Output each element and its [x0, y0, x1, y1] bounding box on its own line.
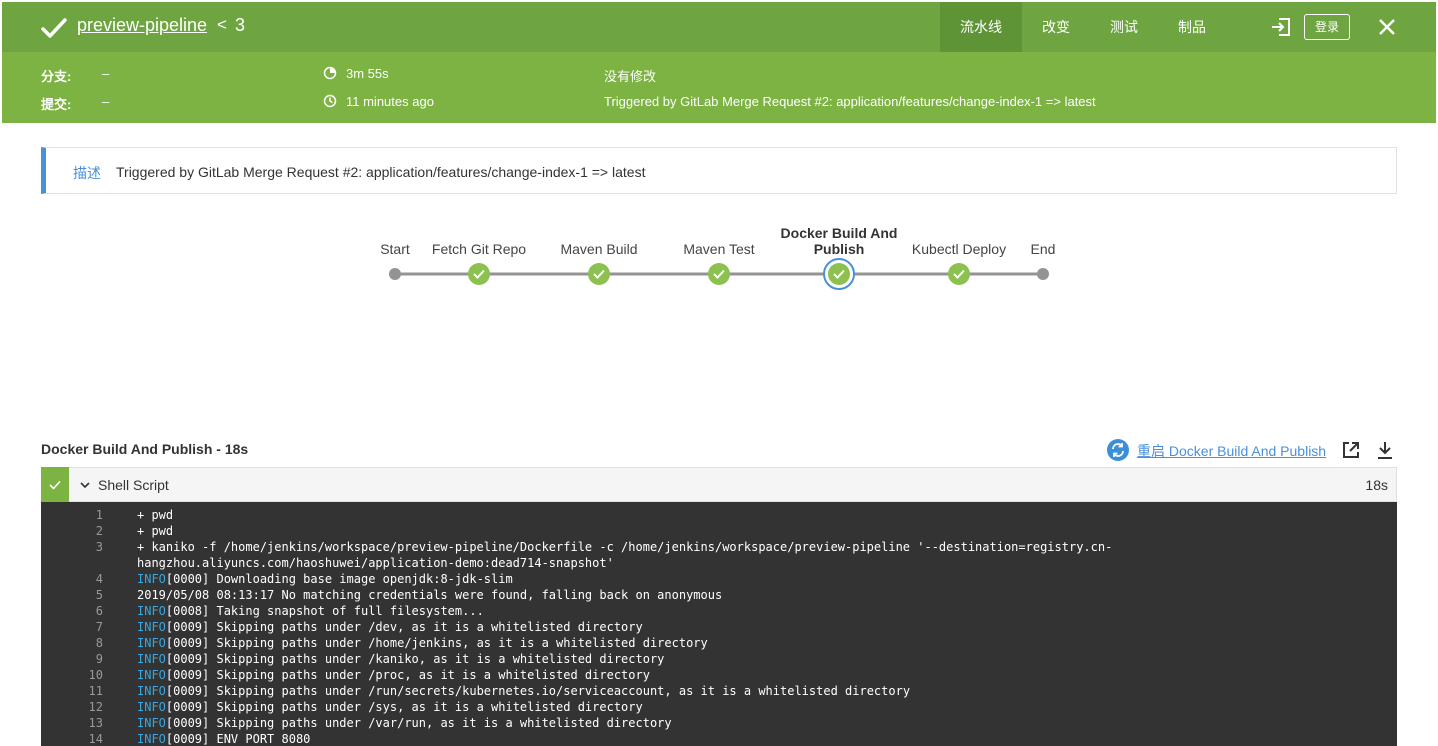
log-line-number[interactable]: 11	[41, 683, 103, 699]
pipeline-connectors	[395, 272, 1043, 276]
exit-icon[interactable]	[1270, 16, 1292, 38]
commit-label: 提交:	[41, 97, 72, 112]
stage-label-docker-build-and-publish: Docker Build And Publish	[774, 225, 904, 257]
branch-label: 分支:	[41, 69, 72, 84]
log-line-number[interactable]: 10	[41, 667, 103, 683]
log-line: 9 INFO[0009] Skipping paths under /kaniko…	[41, 651, 1397, 667]
run-separator: <	[217, 15, 227, 34]
description-text: Triggered by GitLab Merge Request #2: ap…	[116, 164, 646, 180]
description-label: 描述	[73, 165, 101, 181]
log-line: 7 INFO[0009] Skipping paths under /dev, a…	[41, 619, 1397, 635]
log-line: 3 + kaniko -f /home/jenkins/workspace/pre…	[41, 539, 1397, 571]
external-link-icon[interactable]	[1341, 440, 1361, 460]
commit-value: –	[102, 94, 110, 109]
cause-value: Triggered by GitLab Merge Request #2: ap…	[604, 94, 1096, 109]
log-line-number[interactable]: 6	[41, 603, 103, 619]
run-header: preview-pipeline < 3 流水线 改变 测试 制品 登录	[2, 2, 1436, 52]
tab-changes[interactable]: 改变	[1022, 2, 1090, 52]
login-button[interactable]: 登录	[1304, 14, 1350, 40]
log-line: 8 INFO[0009] Skipping paths under /home/j…	[41, 635, 1397, 651]
pipeline-graph: Start Fetch Git Repo Maven Build Maven T…	[360, 220, 1080, 300]
log-line: 10 INFO[0009] Skipping paths under /proc,…	[41, 667, 1397, 683]
log-line-number[interactable]: 2	[41, 523, 103, 539]
log-line-number[interactable]: 12	[41, 699, 103, 715]
stage-node-maven-build[interactable]	[587, 262, 611, 286]
stage-node-end[interactable]	[1036, 267, 1050, 281]
stage-node-maven-test[interactable]	[707, 262, 731, 286]
download-icon[interactable]	[1376, 440, 1394, 460]
stage-label-end: End	[1030, 241, 1056, 257]
log-line: 14 INFO[0009] ENV PORT 8080	[41, 731, 1397, 746]
log-line-number[interactable]: 3	[41, 539, 103, 555]
run-meta: 分支: – 提交: – 3m 55s 11 minutes ago 没有修改 T…	[2, 52, 1436, 123]
tab-artifacts[interactable]: 制品	[1158, 2, 1226, 52]
success-check-icon	[41, 18, 67, 38]
log-line-number[interactable]: 5	[41, 587, 103, 603]
log-line: 11 INFO[0009] Skipping paths under /run/s…	[41, 683, 1397, 699]
log-line-number[interactable]: 4	[41, 571, 103, 587]
log-line-number[interactable]: 14	[41, 731, 103, 746]
chevron-down-icon[interactable]	[79, 479, 91, 491]
tab-pipeline[interactable]: 流水线	[940, 2, 1022, 52]
changes-value: 没有修改	[604, 69, 657, 84]
log-line-number[interactable]: 9	[41, 651, 103, 667]
tab-tests[interactable]: 测试	[1090, 2, 1158, 52]
log-output[interactable]: 1 + pwd 2 + pwd 3 + kaniko -f /home/jenkins…	[41, 502, 1397, 746]
run-nav: 流水线 改变 测试 制品	[940, 2, 1226, 52]
log-line-number[interactable]: 13	[41, 715, 103, 731]
started-value: 11 minutes ago	[346, 94, 434, 109]
log-line-number[interactable]: 8	[41, 635, 103, 651]
stage-label-fetch-git-repo: Fetch Git Repo	[431, 241, 527, 257]
log-line: 12 INFO[0009] Skipping paths under /sys, …	[41, 699, 1397, 715]
step-duration: 18s	[1365, 477, 1388, 493]
pipeline-name-link[interactable]: preview-pipeline	[77, 15, 207, 36]
log-line: 2 + pwd	[41, 523, 1397, 539]
stage-label-maven-build: Maven Build	[560, 241, 638, 257]
stage-node-start[interactable]	[388, 267, 402, 281]
stage-node-kubectl-deploy[interactable]	[947, 262, 971, 286]
log-line-number[interactable]: 1	[41, 507, 103, 523]
log-line-number[interactable]: 7	[41, 619, 103, 635]
stage-node-fetch-git-repo[interactable]	[467, 262, 491, 286]
stage-label-line-1: Docker Build And	[780, 225, 898, 241]
stage-label-maven-test: Maven Test	[683, 241, 755, 257]
stage-node-docker-build-and-publish[interactable]	[823, 258, 855, 290]
duration-value: 3m 55s	[346, 66, 389, 81]
close-icon[interactable]	[1377, 17, 1397, 37]
step-detail-title: Docker Build And Publish - 18s	[41, 441, 249, 457]
duration-icon	[323, 66, 337, 80]
check-icon	[49, 480, 61, 490]
branch-value: –	[102, 66, 110, 81]
restart-stage-link[interactable]: 重启 Docker Build And Publish	[1137, 441, 1326, 461]
log-line: 6 INFO[0008] Taking snapshot of full file…	[41, 603, 1397, 619]
log-line: 13 INFO[0009] Skipping paths under /var/r…	[41, 715, 1397, 731]
log-line: 5 2019/05/08 08:13:17 No matching credent…	[41, 587, 1397, 603]
refresh-icon[interactable]	[1106, 438, 1130, 462]
clock-icon	[323, 94, 337, 108]
step-name: Shell Script	[98, 477, 169, 493]
log-line: 1 + pwd	[41, 507, 1397, 523]
stage-label-line-2: Publish	[813, 241, 865, 257]
step-row-shell-script[interactable]: Shell Script 18s	[41, 467, 1397, 502]
description-box: 描述 Triggered by GitLab Merge Request #2:…	[41, 147, 1397, 194]
run-number: 3	[235, 15, 246, 35]
log-line: 4 INFO[0000] Downloading base image openj…	[41, 571, 1397, 587]
step-status	[41, 467, 69, 502]
